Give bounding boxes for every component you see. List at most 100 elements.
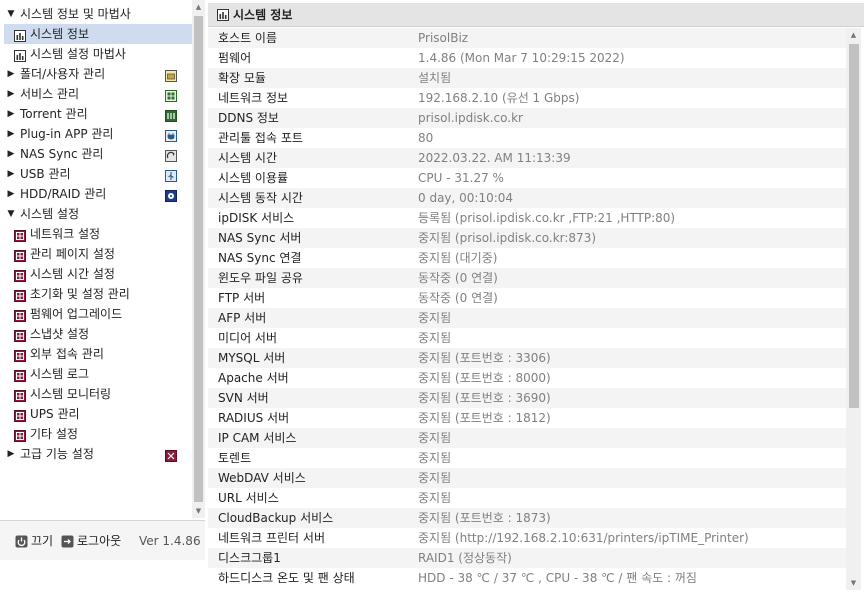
scroll-down-arrow-icon[interactable]: ▼ [192,504,205,518]
sidebar-item-label: 고급 기능 설정 [20,447,94,461]
sidebar-item-12[interactable]: 관리 페이지 설정 [4,244,192,264]
table-row: 윈도우 파일 공유 동작중 (0 연결) [208,268,846,288]
sidebar-item-11[interactable]: 네트워크 설정 [4,224,192,244]
info-value: 중지됨 [418,451,452,465]
sidebar-item-22[interactable]: ▶ 고급 기능 설정 [4,444,192,464]
scrollbar-thumb[interactable] [849,44,859,408]
sidebar-item-17[interactable]: 외부 접속 관리 [4,344,192,364]
sidebar-item-1[interactable]: 시스템 정보 [4,24,192,44]
table-row: ipDISK 서비스 등록됨 (prisol.ipdisk.co.kr ,FTP:… [208,208,846,228]
caret-right-icon[interactable]: ▶ [5,84,17,104]
bar-chart-icon [14,28,26,42]
table-row: Apache 서버 중지됨 (포트번호 : 8000) [208,368,846,388]
sidebar-item-9[interactable]: ▶ HDD/RAID 관리 [4,184,192,204]
sidebar-item-13[interactable]: 시스템 시간 설정 [4,264,192,284]
info-value: HDD - 38 ℃ / 37 ℃ , CPU - 38 ℃ / 팬 속도 : … [418,571,697,585]
info-value: 등록됨 (prisol.ipdisk.co.kr ,FTP:21 ,HTTP:8… [418,211,676,225]
sidebar-item-5[interactable]: ▶ Torrent 관리 [4,104,192,124]
sidebar-item-label: 서비스 관리 [20,87,80,101]
info-key: URL 서비스 [218,491,279,505]
system-info-panel: 시스템 정보 호스트 이름 PrisolBiz 펌웨어 1.4.86 (Mon Mar… [208,3,864,596]
info-key: 하드디스크 온도 및 팬 상태 [218,571,355,585]
service-icon [165,88,177,102]
info-value: 설치됨 [418,71,452,85]
scroll-up-arrow-icon[interactable]: ▲ [846,28,861,42]
sidebar-item-16[interactable]: 스냅샷 설정 [4,324,192,344]
table-row: 네트워크 정보 192.168.2.10 (유선 1 Gbps) [208,88,846,108]
sidebar-item-3[interactable]: ▶ 폴더/사용자 관리 [4,64,192,84]
plugin-icon [165,128,177,142]
settings-grid-icon [14,348,26,362]
caret-right-icon[interactable]: ▶ [5,164,17,184]
advanced-icon [165,448,177,462]
settings-grid-icon [14,228,26,242]
sidebar-item-21[interactable]: 기타 설정 [4,424,192,444]
caret-right-icon[interactable]: ▶ [5,184,17,204]
sidebar-item-label: 초기화 및 설정 관리 [30,287,130,301]
sidebar-item-label: 시스템 설정 [20,207,80,221]
sidebar-item-4[interactable]: ▶ 서비스 관리 [4,84,192,104]
sidebar-item-label: HDD/RAID 관리 [20,187,107,201]
table-row: 네트워크 프린터 서버 중지됨 (http://192.168.2.10:631/… [208,528,846,548]
info-key: 확장 모듈 [218,71,266,85]
table-row: MYSQL 서버 중지됨 (포트번호 : 3306) [208,348,846,368]
info-key: NAS Sync 서버 [218,231,302,245]
torrent-icon [165,108,177,122]
scrollbar-thumb[interactable] [194,16,203,502]
table-row: NAS Sync 서버 중지됨 (prisol.ipdisk.co.kr:873) [208,228,846,248]
caret-down-icon[interactable]: ▼ [5,4,17,24]
sidebar-footer: 끄기 로그아웃 Ver 1.4.86 [0,520,205,560]
logout-icon [61,535,74,548]
info-value: 동작중 (0 연결) [418,271,498,285]
sidebar-item-10[interactable]: ▼ 시스템 설정 [4,204,192,224]
scroll-down-arrow-icon[interactable]: ▼ [846,576,861,590]
info-value: CPU - 31.27 % [418,171,504,185]
caret-right-icon[interactable]: ▶ [5,124,17,144]
sidebar-item-14[interactable]: 초기화 및 설정 관리 [4,284,192,304]
info-key: WebDAV 서비스 [218,471,306,485]
sidebar-item-19[interactable]: 시스템 모니터링 [4,384,192,404]
caret-right-icon[interactable]: ▶ [5,144,17,164]
sidebar-item-label: 시스템 로그 [30,367,90,381]
info-key: 시스템 시간 [218,151,278,165]
bar-chart-icon [14,48,26,62]
sidebar-scrollbar[interactable]: ▲ ▼ [192,0,205,518]
settings-grid-icon [14,308,26,322]
sidebar-item-0[interactable]: ▼ 시스템 정보 및 마법사 [4,4,192,24]
sidebar-item-label: UPS 관리 [30,407,80,421]
table-row: 디스크그룹1 RAID1 (정상동작) [208,548,846,568]
sidebar-item-label: Torrent 관리 [20,107,88,121]
version-label: Ver 1.4.86 [139,534,201,548]
sidebar-item-label: 시스템 시간 설정 [30,267,115,281]
sidebar-item-15[interactable]: 펌웨어 업그레이드 [4,304,192,324]
info-value: 80 [418,131,434,145]
caret-down-icon[interactable]: ▼ [5,204,17,224]
table-row: 시스템 시간 2022.03.22. AM 11:13:39 [208,148,846,168]
sidebar-item-2[interactable]: 시스템 설정 마법사 [4,44,192,64]
power-off-button[interactable]: 끄기 [15,533,53,549]
table-row: SVN 서버 중지됨 (포트번호 : 3690) [208,388,846,408]
panel-header: 시스템 정보 [208,3,864,27]
info-key: 펌웨어 [218,51,252,65]
table-row: 호스트 이름 PrisolBiz [208,28,846,48]
caret-right-icon[interactable]: ▶ [5,64,17,84]
info-value: 0 day, 00:10:04 [418,191,514,205]
sidebar-item-label: 기타 설정 [30,427,78,441]
caret-right-icon[interactable]: ▶ [5,104,17,124]
info-value: RAID1 (정상동작) [418,551,512,565]
sidebar-item-6[interactable]: ▶ Plug-in APP 관리 [4,124,192,144]
scroll-up-arrow-icon[interactable]: ▲ [192,0,205,14]
sidebar-item-7[interactable]: ▶ NAS Sync 관리 [4,144,192,164]
sidebar-item-8[interactable]: ▶ USB 관리 [4,164,192,184]
info-key: RADIUS 서버 [218,411,290,425]
sidebar-item-18[interactable]: 시스템 로그 [4,364,192,384]
sidebar-item-20[interactable]: UPS 관리 [4,404,192,424]
sidebar-item-label: 스냅샷 설정 [30,327,90,341]
table-row: 시스템 동작 시간 0 day, 00:10:04 [208,188,846,208]
info-key: 관리툴 접속 포트 [218,131,303,145]
logout-button[interactable]: 로그아웃 [61,533,121,549]
content-scrollbar[interactable]: ▲ ▼ [846,28,861,590]
table-row: DDNS 정보 prisol.ipdisk.co.kr [208,108,846,128]
info-key: FTP 서버 [218,291,266,305]
caret-right-icon[interactable]: ▶ [5,444,17,464]
